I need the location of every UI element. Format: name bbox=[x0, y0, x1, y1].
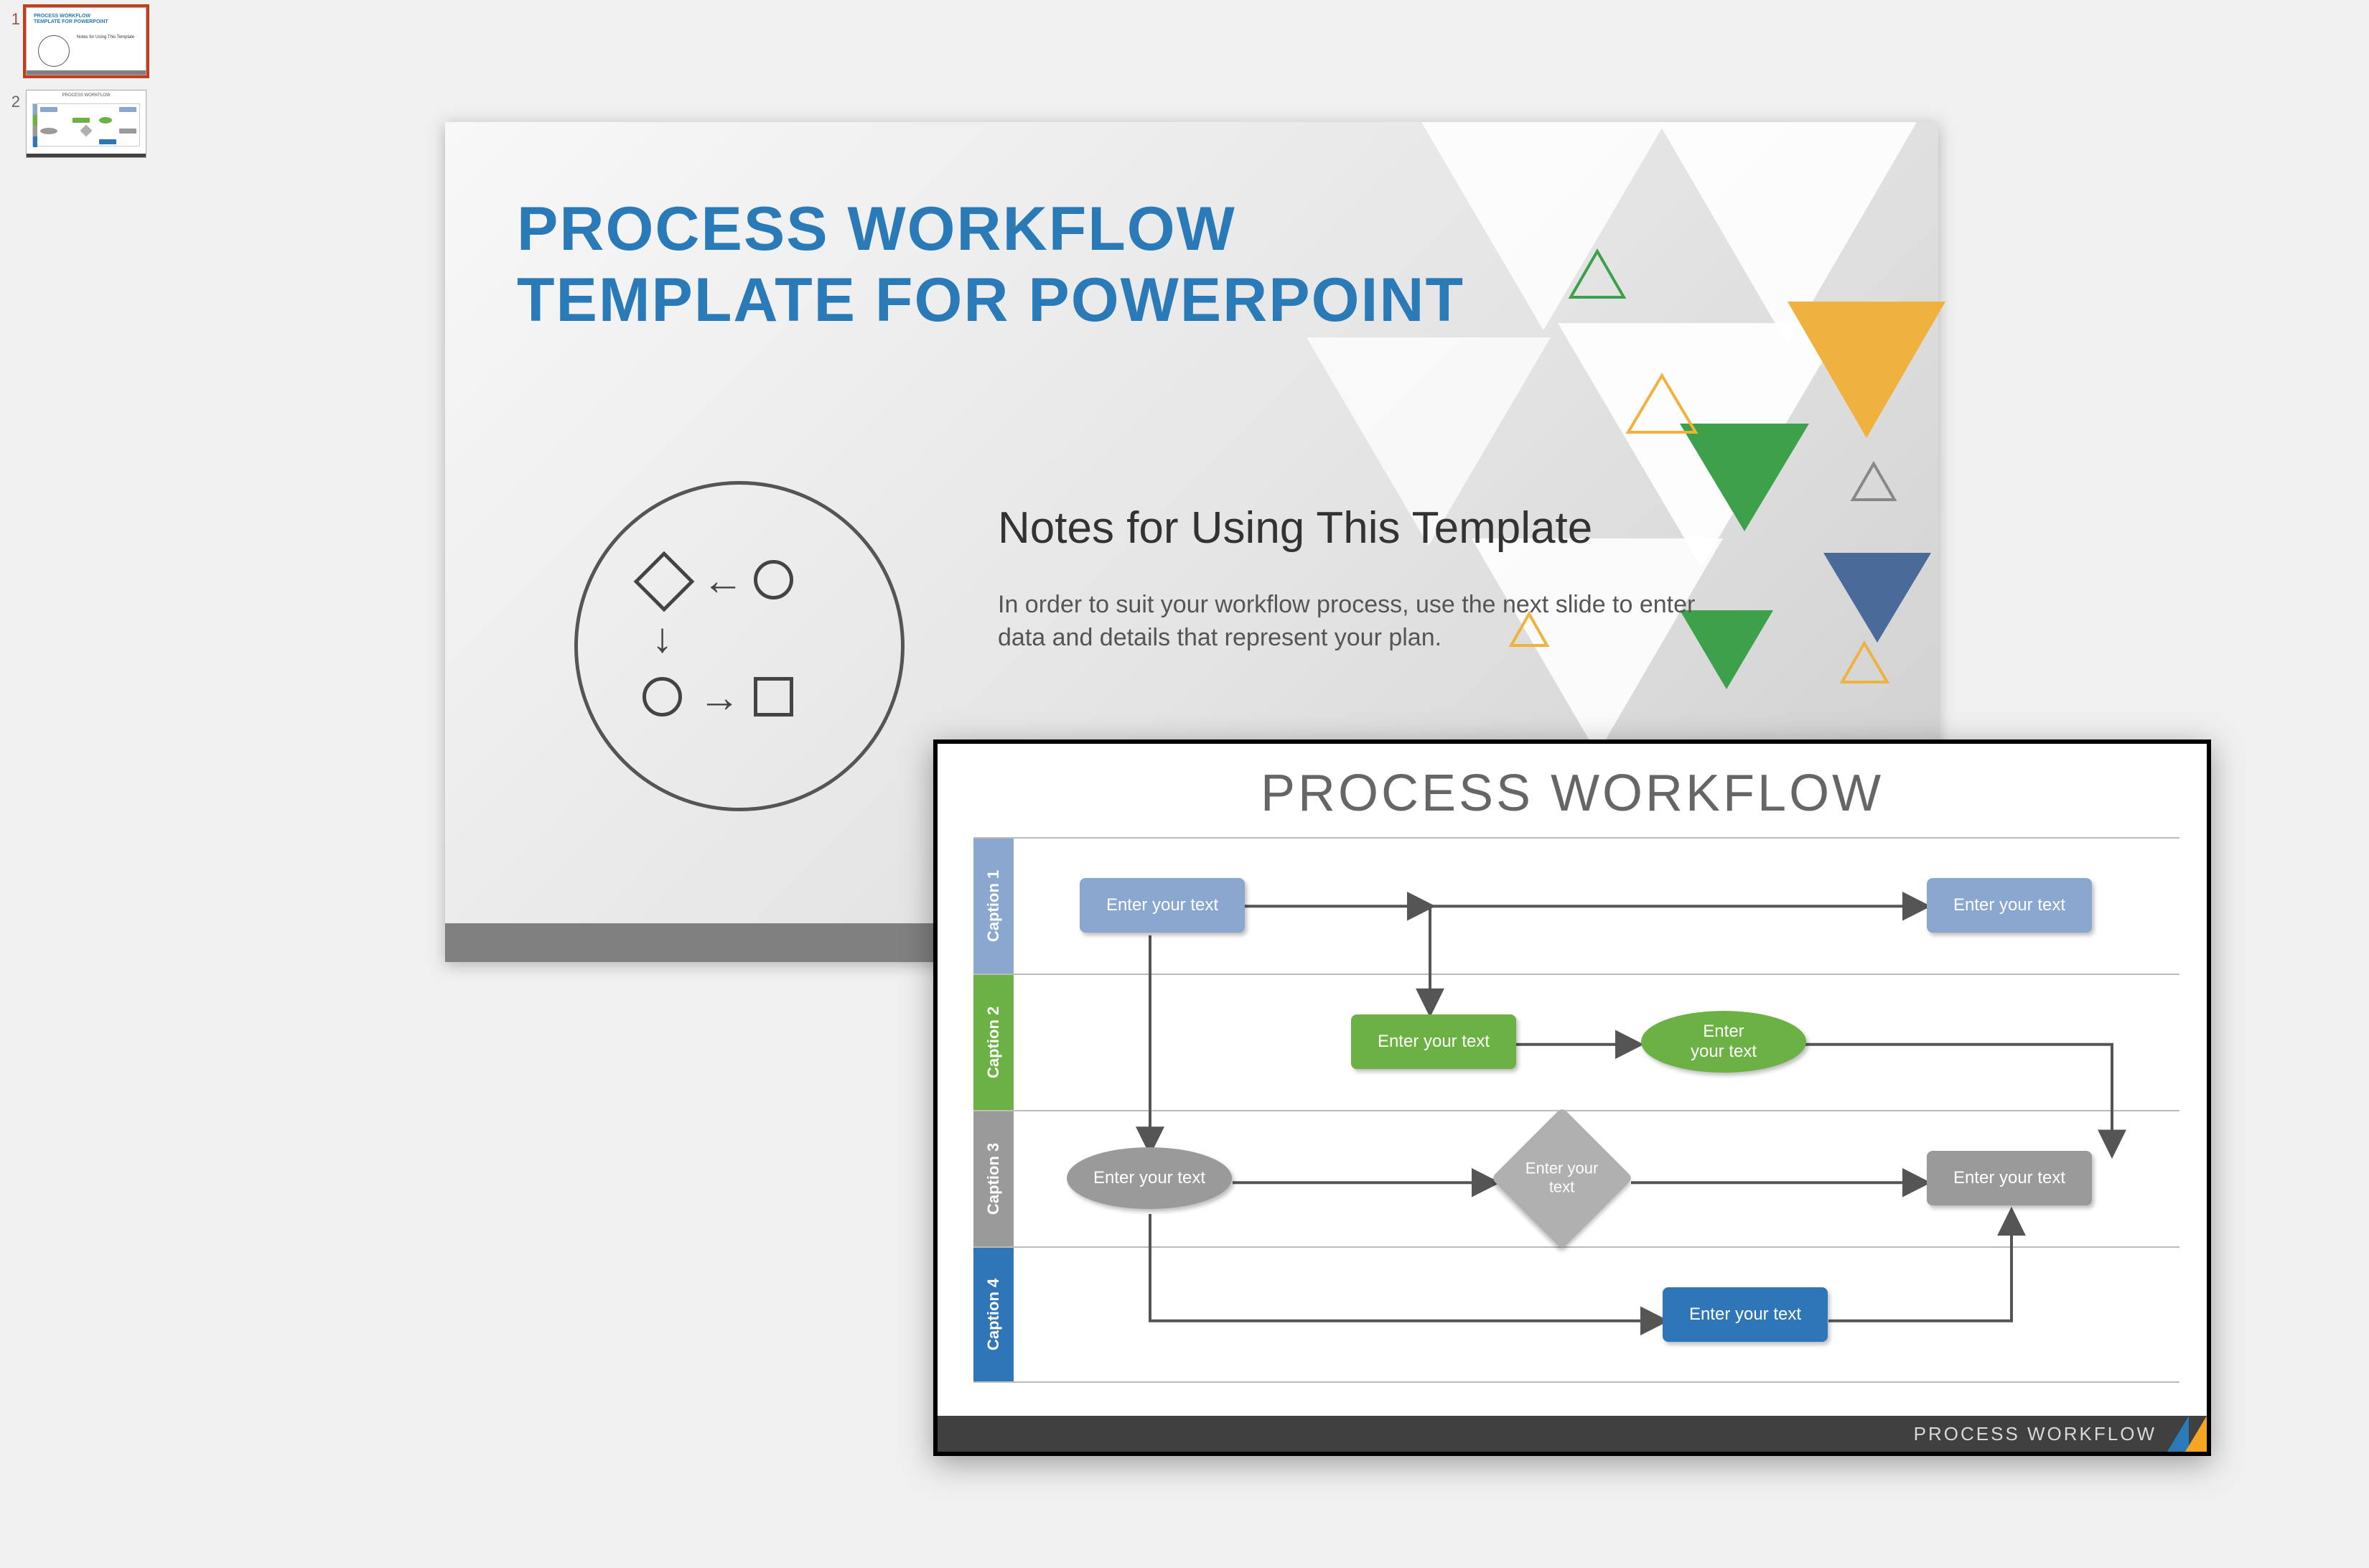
thumbnail-row-1: 1 PROCESS WORKFLOW TEMPLATE FOR POWERPOI… bbox=[6, 7, 174, 75]
footer-accent-orange bbox=[2185, 1416, 2207, 1452]
triangle-outline-icon bbox=[1565, 246, 1630, 303]
thumb1-footer-bar bbox=[27, 70, 146, 75]
circle-icon bbox=[643, 677, 682, 717]
thumbnail-number-1: 1 bbox=[6, 7, 20, 29]
node-ellipse-1[interactable]: Enter your text bbox=[1641, 1011, 1806, 1073]
overlay-slide[interactable]: PROCESS WORKFLOW Caption 1 Caption 2 Cap… bbox=[933, 739, 2211, 1456]
node-rect-5[interactable]: Enter your text bbox=[1663, 1287, 1828, 1342]
slide-title-line2: TEMPLATE FOR POWERPOINT bbox=[517, 266, 1464, 335]
thumb1-title-l2: TEMPLATE FOR POWERPOINT bbox=[34, 19, 108, 24]
node-rect-3[interactable]: Enter your text bbox=[1351, 1014, 1516, 1069]
slide-subtitle[interactable]: Notes for Using This Template bbox=[998, 503, 1592, 554]
thumbnail-slide-2[interactable]: PROCESS WORKFLOW bbox=[26, 90, 146, 158]
triangle-outline-icon bbox=[1622, 370, 1701, 438]
thumbnail-number-2: 2 bbox=[6, 90, 20, 111]
thumb1-circle-icon bbox=[38, 35, 70, 67]
slide-title-line1: PROCESS WORKFLOW bbox=[517, 195, 1236, 263]
lane-3-label[interactable]: Caption 3 bbox=[973, 1111, 1014, 1246]
lane-2-label[interactable]: Caption 2 bbox=[973, 975, 1014, 1110]
lane-1-label[interactable]: Caption 1 bbox=[973, 839, 1014, 974]
overlay-footer: PROCESS WORKFLOW bbox=[938, 1416, 2207, 1452]
slide-title[interactable]: PROCESS WORKFLOW TEMPLATE FOR POWERPOINT bbox=[517, 194, 1464, 336]
arrow-down-icon: ↓ bbox=[652, 617, 673, 659]
thumb2-swim-mini bbox=[32, 103, 140, 146]
node-rect-1[interactable]: Enter your text bbox=[1080, 878, 1245, 933]
slide-thumbnail-panel: 1 PROCESS WORKFLOW TEMPLATE FOR POWERPOI… bbox=[0, 0, 179, 1568]
node-ellipse-2[interactable]: Enter your text bbox=[1067, 1147, 1232, 1209]
thumb1-subtitle: Notes for Using This Template bbox=[77, 35, 134, 39]
triangle-outline-icon bbox=[1838, 639, 1892, 686]
diamond-icon bbox=[634, 551, 695, 612]
square-icon bbox=[754, 677, 793, 717]
lane-4-label[interactable]: Caption 4 bbox=[973, 1248, 1014, 1381]
lane-2: Caption 2 bbox=[973, 974, 2179, 1110]
circle-icon bbox=[754, 560, 793, 599]
thumbnail-slide-1[interactable]: PROCESS WORKFLOW TEMPLATE FOR POWERPOINT… bbox=[26, 7, 146, 75]
swimlane-area: Caption 1 Caption 2 Caption 3 Caption 4 bbox=[973, 837, 2179, 1390]
node-rect-4[interactable]: Enter your text bbox=[1927, 1151, 2092, 1205]
arrow-left-icon: ← bbox=[702, 560, 744, 602]
arrow-right-icon: → bbox=[698, 677, 740, 719]
triangle-outline-icon bbox=[1849, 459, 1899, 504]
thumb2-title: PROCESS WORKFLOW bbox=[27, 93, 146, 98]
overlay-title[interactable]: PROCESS WORKFLOW bbox=[938, 764, 2207, 823]
flowchart-icon-circle: ← ↓ → bbox=[574, 481, 905, 811]
overlay-footer-text: PROCESS WORKFLOW bbox=[1914, 1423, 2157, 1445]
slide-body-text[interactable]: In order to suit your workflow process, … bbox=[998, 589, 1730, 655]
node-rect-2[interactable]: Enter your text bbox=[1927, 878, 2092, 933]
thumb2-footer-bar bbox=[27, 154, 146, 157]
lane-4: Caption 4 bbox=[973, 1246, 2179, 1383]
thumbnail-row-2: 2 PROCESS WORKFLOW bbox=[6, 90, 174, 158]
thumb1-title-l1: PROCESS WORKFLOW bbox=[34, 14, 90, 19]
